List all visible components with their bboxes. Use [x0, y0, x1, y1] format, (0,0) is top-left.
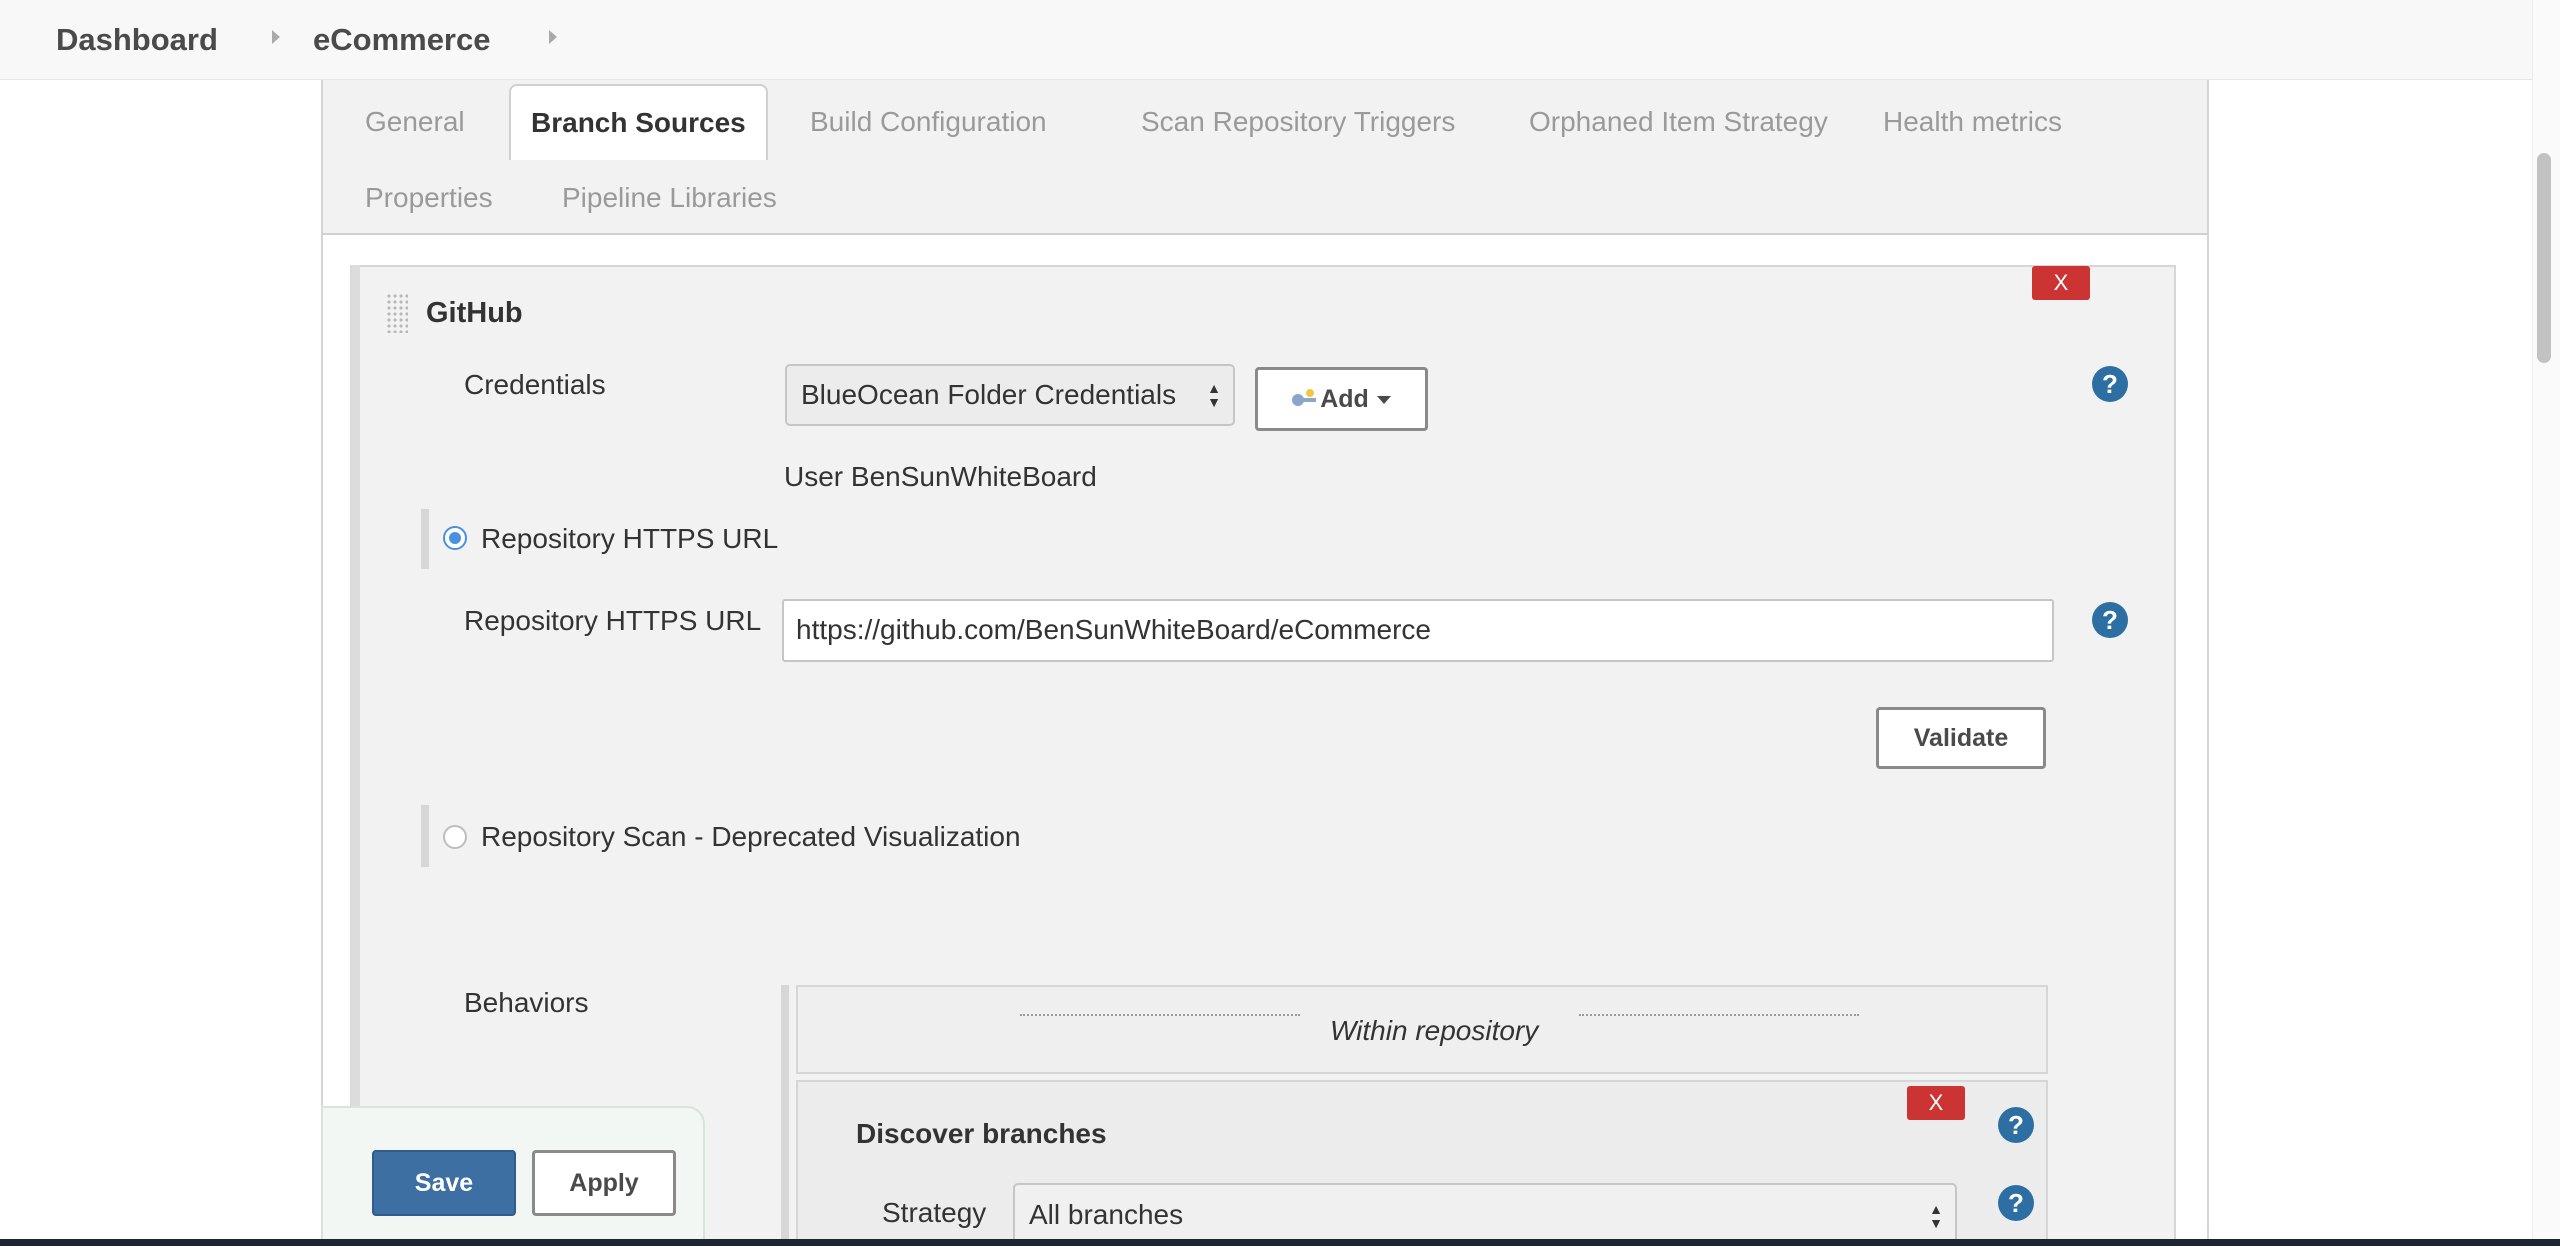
credentials-select[interactable]: BlueOcean Folder Credentials ▲ ▼: [785, 364, 1235, 426]
tab-build-configuration[interactable]: Build Configuration: [790, 104, 1067, 140]
header-divider-left: [1020, 1014, 1300, 1016]
window-bottom-edge: [0, 1239, 2560, 1246]
source-left-bar: [351, 265, 360, 1246]
caret-down-icon: [1376, 396, 1391, 405]
tab-scan-repository-triggers[interactable]: Scan Repository Triggers: [1121, 104, 1475, 140]
radio-repository-scan-label[interactable]: Repository Scan - Deprecated Visualizati…: [481, 819, 1021, 855]
radio-group-bar: [421, 509, 429, 569]
github-source-title: GitHub: [426, 297, 523, 329]
credentials-user-text: User BenSunWhiteBoard: [784, 461, 1097, 492]
key-icon: [1292, 389, 1318, 407]
tab-pipeline-libraries[interactable]: Pipeline Libraries: [542, 180, 797, 216]
https-url-label: Repository HTTPS URL: [464, 605, 762, 636]
behaviors-label: Behaviors: [464, 987, 589, 1018]
discover-branches-title: Discover branches: [856, 1118, 1107, 1149]
scrollbar-thumb[interactable]: [2537, 153, 2551, 363]
chevron-right-icon[interactable]: [549, 30, 557, 44]
add-credentials-label: Add: [1320, 385, 1369, 413]
within-repository-label: Within repository: [1330, 1015, 1539, 1046]
breadcrumb: Dashboard eCommerce: [0, 0, 2532, 80]
breadcrumb-ecommerce-link[interactable]: eCommerce: [313, 20, 490, 60]
config-tabs: General Branch Sources Build Configurati…: [323, 80, 2207, 235]
select-arrows-icon: ▲ ▼: [1207, 380, 1221, 410]
radio-https-url[interactable]: [443, 526, 467, 550]
drag-handle-icon[interactable]: [386, 293, 408, 333]
strategy-label: Strategy: [882, 1197, 987, 1228]
strategy-help-icon[interactable]: ?: [1998, 1185, 2034, 1221]
credentials-select-value: BlueOcean Folder Credentials: [801, 379, 1177, 410]
delete-source-button[interactable]: X: [2032, 266, 2090, 300]
tab-orphaned-item-strategy[interactable]: Orphaned Item Strategy: [1509, 104, 1848, 140]
radio-repository-scan[interactable]: [443, 825, 467, 849]
tab-general[interactable]: General: [345, 104, 485, 140]
https-url-help-icon[interactable]: ?: [2092, 602, 2128, 638]
strategy-select-value: All branches: [1029, 1199, 1184, 1230]
tab-health-metrics[interactable]: Health metrics: [1863, 104, 2082, 140]
tab-branch-sources[interactable]: Branch Sources: [509, 84, 768, 160]
discover-branches-help-icon[interactable]: ?: [1998, 1107, 2034, 1143]
radio-https-url-label[interactable]: Repository HTTPS URL: [481, 521, 778, 557]
breadcrumb-dashboard-link[interactable]: Dashboard: [56, 20, 218, 60]
credentials-label: Credentials: [464, 369, 606, 400]
add-credentials-button[interactable]: Add: [1255, 367, 1428, 431]
validate-button[interactable]: Validate: [1876, 707, 2046, 769]
chevron-right-icon: [272, 30, 280, 44]
delete-behavior-button[interactable]: X: [1907, 1086, 1965, 1120]
https-url-input[interactable]: https://github.com/BenSunWhiteBoard/eCom…: [782, 599, 2054, 662]
select-arrows-icon: ▲ ▼: [1929, 1200, 1943, 1231]
apply-button[interactable]: Apply: [532, 1150, 676, 1216]
radio-group-bar: [421, 805, 429, 867]
header-divider-right: [1579, 1014, 1859, 1016]
save-button[interactable]: Save: [372, 1150, 516, 1216]
strategy-select[interactable]: All branches ▲ ▼: [1013, 1183, 1957, 1246]
tab-properties[interactable]: Properties: [345, 180, 513, 216]
credentials-help-icon[interactable]: ?: [2092, 366, 2128, 402]
